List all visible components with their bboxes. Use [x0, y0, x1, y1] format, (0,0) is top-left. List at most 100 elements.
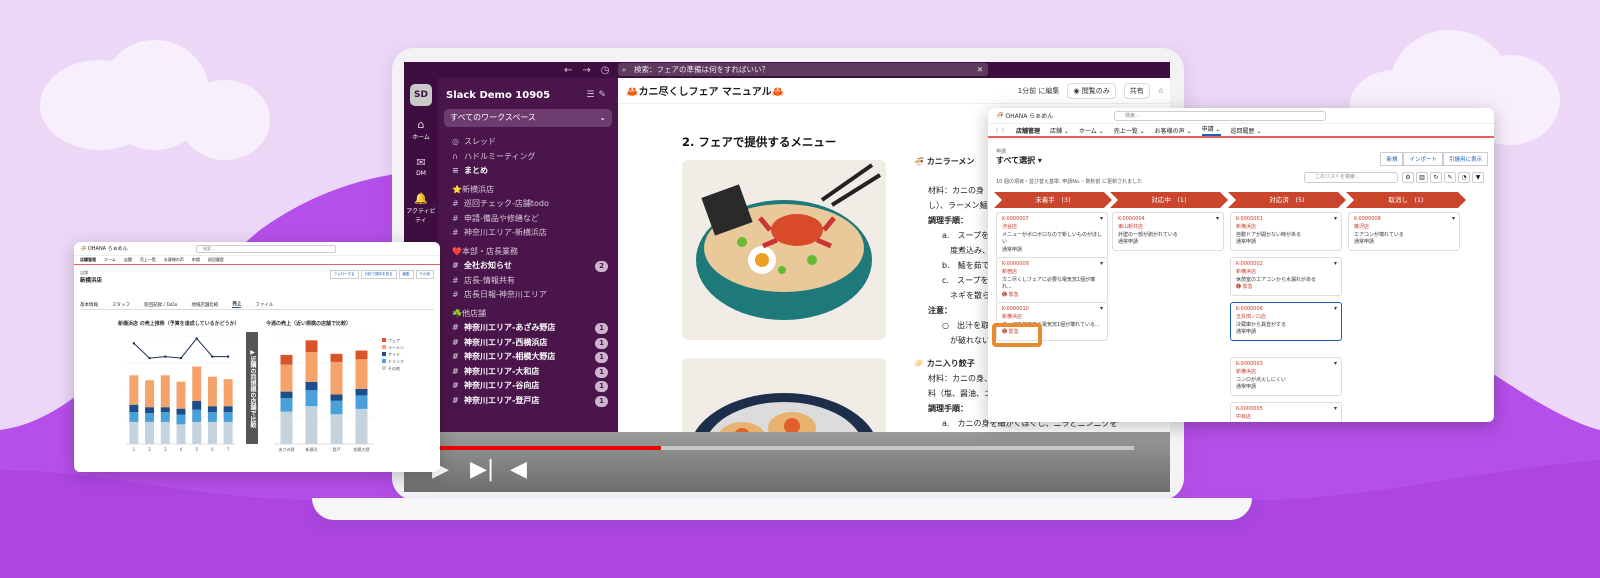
record-action-button[interactable]: 分析で傾向を見る: [360, 270, 397, 279]
list-view-name[interactable]: すべて選択: [996, 156, 1035, 165]
card-menu-icon[interactable]: ▾: [1452, 215, 1455, 223]
sidebar-section-header[interactable]: ⭐新横浜店: [444, 183, 612, 198]
record-tab[interactable]: 基本情報: [80, 302, 98, 308]
card-menu-icon[interactable]: ▾: [1334, 260, 1337, 268]
card-id[interactable]: K-0000007: [1002, 216, 1102, 224]
nav-tab[interactable]: お客様の声 ⌄: [1155, 126, 1192, 135]
share-button[interactable]: 共有: [1123, 83, 1150, 99]
sidebar-channel[interactable]: # 神奈川エリア-新横浜店: [444, 226, 612, 241]
nav-tab[interactable]: ホーム ⌄: [1079, 126, 1104, 135]
kanban-card[interactable]: K-0000008 藤沢店 エアコンが壊れている 通常申請 ▾: [1348, 212, 1460, 252]
nav-tab[interactable]: 申請 ⌄: [1201, 124, 1221, 136]
compare-button[interactable]: ▶近隣の同規模の店舗で比較: [246, 332, 258, 444]
view-switch-icon[interactable]: ▥: [1416, 172, 1428, 183]
sidebar-item-summary[interactable]: ≡ まとめ: [444, 164, 612, 179]
chart-icon[interactable]: ◔: [1458, 172, 1470, 183]
list-action-button[interactable]: インポート: [1403, 152, 1443, 166]
card-id[interactable]: K-0000001: [1236, 216, 1336, 224]
nav-tab[interactable]: ホーム: [104, 257, 116, 263]
view-only-button[interactable]: ◉ 閲覧のみ: [1067, 83, 1116, 99]
sidebar-channel[interactable]: # 神奈川エリア-相模大野店 1: [444, 350, 612, 365]
sidebar-channel[interactable]: # 神奈川エリア-西横浜店 1: [444, 336, 612, 351]
list-search-input[interactable]: このリストを検索...: [1304, 172, 1398, 183]
kanban-card[interactable]: K-0000009 新宿店 カニ尽くしフェアに必要な電気窯1個が壊れ... 🅔 緊急 ▾: [996, 257, 1108, 304]
record-action-button[interactable]: フォローする: [329, 270, 359, 279]
record-tab[interactable]: 巡回記録 / ToDo: [144, 302, 177, 308]
sidebar-item-huddles[interactable]: ∩ ハドルミーティング: [444, 150, 612, 165]
card-id[interactable]: K-0000003: [1236, 361, 1336, 369]
card-id[interactable]: K-0000002: [1236, 261, 1336, 269]
card-menu-icon[interactable]: ▾: [1100, 305, 1103, 313]
list-action-button[interactable]: 引継用に表示: [1442, 152, 1488, 166]
record-tab[interactable]: 地域店舗比較: [191, 302, 218, 308]
record-action-button[interactable]: 編集: [398, 270, 414, 279]
video-progress-played[interactable]: [438, 446, 661, 450]
nav-tab[interactable]: 巡回履歴: [208, 257, 224, 263]
card-menu-icon[interactable]: ▾: [1334, 215, 1337, 223]
kanban-card[interactable]: K-0000006 五反田ノロ店 冷蔵庫から異音がする 通常申請 ▾: [1230, 302, 1342, 342]
workspace-header[interactable]: Slack Demo 10905 ☰✎: [444, 84, 612, 106]
sidebar-channel[interactable]: # 神奈川エリア-大和店 1: [444, 365, 612, 380]
record-tab[interactable]: 売上: [232, 301, 242, 308]
card-menu-icon[interactable]: ▾: [1100, 215, 1103, 223]
nav-tab[interactable]: 売上一覧 ⌄: [1114, 126, 1145, 135]
stage-header[interactable]: 対応済 (5): [1228, 192, 1346, 208]
card-id[interactable]: K-0000005: [1236, 406, 1336, 414]
sidebar-item-threads[interactable]: ◎ スレッド: [444, 135, 612, 150]
stage-header[interactable]: 取消し (1): [1346, 192, 1466, 208]
stage-header[interactable]: 未着手 (3): [994, 192, 1112, 208]
sidebar-channel[interactable]: # 神奈川エリア-谷向店 1: [444, 379, 612, 394]
kanban-card[interactable]: K-0000005中目店テーブルがガタガタする▾: [1230, 402, 1342, 422]
sidebar-channel[interactable]: # 神奈川エリア-登戸店 1: [444, 394, 612, 409]
search-input[interactable]: 検索...: [196, 245, 336, 253]
rail-home[interactable]: ⌂ ホーム: [404, 118, 438, 141]
chevron-down-icon[interactable]: ▾: [1038, 156, 1042, 165]
kanban-card[interactable]: K-0000007 渋谷店 メニューがボロボロなので新しいものがほしい 通常申請 ▾: [996, 212, 1108, 259]
back-arrow-icon[interactable]: ←: [564, 65, 572, 76]
card-menu-icon[interactable]: ▾: [1100, 260, 1103, 268]
record-action-button[interactable]: その他: [415, 270, 434, 279]
record-tab[interactable]: スタッフ: [112, 302, 130, 308]
nav-tab[interactable]: 売上一覧: [140, 257, 156, 263]
clear-icon[interactable]: ✕: [977, 63, 983, 76]
card-menu-icon[interactable]: ▾: [1334, 360, 1337, 368]
card-menu-icon[interactable]: ▾: [1334, 305, 1337, 313]
filter-icon[interactable]: ▼: [1472, 172, 1484, 183]
volume-icon[interactable]: ◀: [510, 458, 527, 482]
card-id[interactable]: K-0000008: [1354, 216, 1454, 224]
nav-tab[interactable]: お客様の声: [164, 257, 184, 263]
nav-tab[interactable]: 店舗 ⌄: [1050, 126, 1069, 135]
edit-icon[interactable]: ✎: [1444, 172, 1456, 183]
card-menu-icon[interactable]: ▾: [1216, 215, 1219, 223]
kanban-card[interactable]: K-0000002 新横浜店 休憩室のエアコンから水漏れがある 🅔 緊急 ▾: [1230, 257, 1342, 297]
search-bar[interactable]: ⌕ 検索：フェアの準備は何をすればいい？ ✕: [618, 63, 988, 76]
settings-icon[interactable]: ⚙: [1402, 172, 1414, 183]
sidebar-channel[interactable]: # 店長-情報共有: [444, 274, 612, 289]
filter-compose-icons[interactable]: ☰✎: [586, 90, 610, 100]
list-action-button[interactable]: 新規: [1380, 152, 1404, 166]
sidebar-channel[interactable]: # 申請-備品や修繕など: [444, 212, 612, 227]
kanban-card[interactable]: K-0000001 新横浜店 自動ドアが開かない時がある 通常申請 ▾: [1230, 212, 1342, 252]
card-id[interactable]: K-0000010: [1002, 306, 1102, 314]
kanban-card[interactable]: K-0000003 新横浜店 コンロが点火しにくい 通常申請 ▾: [1230, 357, 1342, 397]
refresh-icon[interactable]: ↻: [1430, 172, 1442, 183]
record-tab[interactable]: ファイル: [255, 302, 273, 308]
workspace-filter[interactable]: すべてのワークスペース ⌄: [444, 109, 612, 127]
nav-tab[interactable]: 巡回履歴 ⌄: [1231, 126, 1262, 135]
forward-arrow-icon[interactable]: →: [582, 65, 590, 76]
star-icon[interactable]: ☆: [1158, 87, 1164, 95]
sidebar-section-header[interactable]: ☘️他店舗: [444, 307, 612, 322]
sidebar-section-header[interactable]: ❤️本部・店長業務: [444, 245, 612, 260]
workspace-avatar[interactable]: SD: [410, 84, 432, 106]
sidebar-channel[interactable]: # 店長日報-神奈川エリア: [444, 288, 612, 303]
nav-tab[interactable]: 申請: [192, 257, 200, 263]
rail-dm[interactable]: ✉ DM: [404, 156, 438, 177]
global-search-input[interactable]: 検索...: [1114, 111, 1326, 121]
rail-activity[interactable]: 🔔 アクティビティ: [404, 192, 438, 224]
stage-header[interactable]: 対応中 (1): [1110, 192, 1228, 208]
skip-next-icon[interactable]: ▶|: [470, 458, 494, 482]
card-menu-icon[interactable]: ▾: [1334, 405, 1337, 413]
card-id[interactable]: K-0000006: [1236, 306, 1336, 314]
sidebar-channel[interactable]: # 神奈川エリア-あざみ野店 1: [444, 321, 612, 336]
card-id[interactable]: K-0000009: [1002, 261, 1102, 269]
